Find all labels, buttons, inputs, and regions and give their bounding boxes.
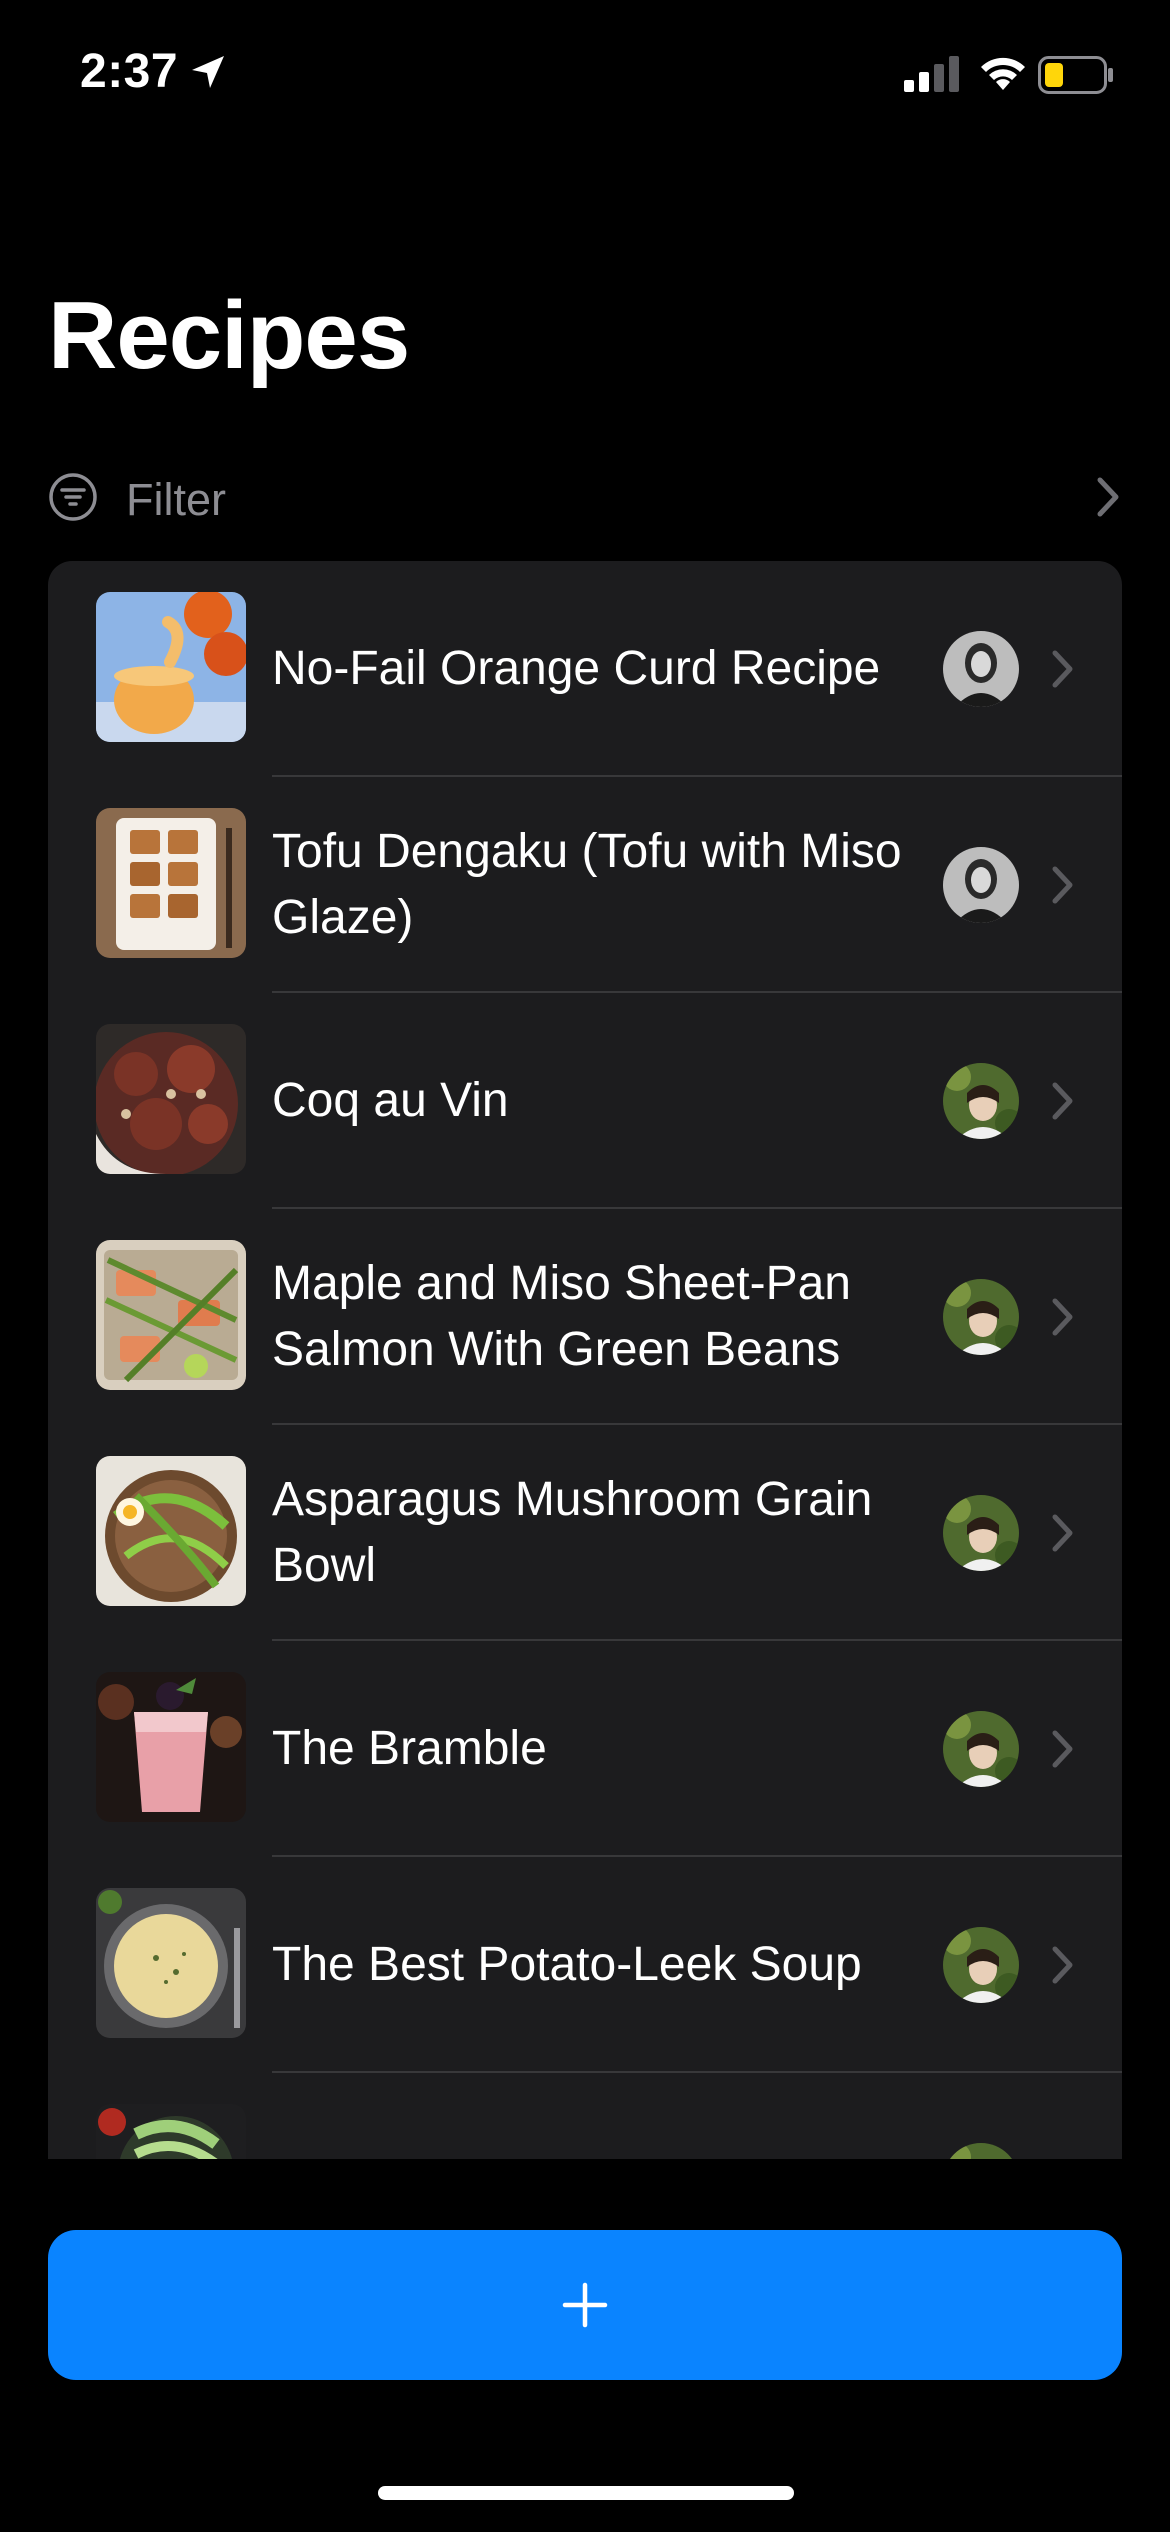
recipe-list-card: No-Fail Orange Curd Recipe Tofu Dengaku … [48, 561, 1122, 2159]
wifi-icon [981, 57, 1025, 90]
location-arrow-icon [192, 56, 224, 88]
filter-row[interactable]: Filter [48, 456, 1122, 536]
recipe-row[interactable]: Gochugaru Salmon With [48, 2073, 1122, 2159]
filter-label: Filter [126, 474, 226, 525]
filter-icon [49, 473, 97, 521]
recipe-name: The Best Potato-Leek Soup [272, 1938, 862, 1991]
avatar [943, 631, 1019, 707]
battery-icon [1038, 56, 1113, 94]
chevron-right-icon [1052, 1514, 1073, 1552]
avatar [943, 1927, 1019, 2003]
avatar [943, 1063, 1019, 1139]
avatar [943, 2143, 1019, 2159]
recipe-name: Tofu Dengaku (Tofu with Miso Glaze) [272, 825, 902, 944]
home-indicator[interactable] [378, 2486, 794, 2500]
chevron-right-icon [1052, 1298, 1073, 1336]
recipe-name: The Bramble [272, 1722, 547, 1775]
recipe-thumbnail [96, 1456, 246, 1606]
recipe-row[interactable]: The Bramble [48, 1641, 1122, 1857]
recipe-name: Maple and Miso Sheet-Pan Salmon With Gre… [272, 1257, 851, 1376]
recipe-name: Asparagus Mushroom Grain Bowl [272, 1473, 873, 1592]
chevron-right-icon [1052, 650, 1073, 688]
chevron-right-icon [1052, 1082, 1073, 1120]
recipe-thumbnail [96, 2104, 246, 2159]
recipe-thumbnail [96, 1888, 246, 2038]
avatar [943, 1495, 1019, 1571]
recipe-thumbnail [96, 592, 246, 742]
page-title: Recipes [48, 282, 410, 389]
recipe-row[interactable]: Coq au Vin [48, 993, 1122, 1209]
recipe-list[interactable]: No-Fail Orange Curd Recipe Tofu Dengaku … [48, 561, 1122, 2159]
recipe-name: Gochugaru Salmon With [272, 2148, 952, 2159]
avatar [943, 847, 1019, 923]
recipe-thumbnail [96, 1240, 246, 1390]
recipe-row[interactable]: The Best Potato-Leek Soup [48, 1857, 1122, 2073]
avatar [943, 1279, 1019, 1355]
recipe-name: No-Fail Orange Curd Recipe [272, 642, 881, 695]
recipe-thumbnail [96, 1672, 246, 1822]
chevron-right-icon [1052, 1946, 1073, 1984]
recipe-name: Coq au Vin [272, 1074, 509, 1127]
add-recipe-button[interactable] [48, 2230, 1122, 2380]
status-time: 2:37 [80, 45, 179, 98]
avatar [943, 1711, 1019, 1787]
plus-icon [562, 2282, 608, 2328]
status-bar: 2:37 [0, 0, 1170, 150]
recipe-thumbnail [96, 808, 246, 958]
chevron-right-icon [1052, 1730, 1073, 1768]
cellular-signal-icon [904, 56, 959, 92]
recipe-row[interactable]: Asparagus Mushroom Grain Bowl [48, 1425, 1122, 1641]
recipe-row[interactable]: Tofu Dengaku (Tofu with Miso Glaze) [48, 777, 1122, 993]
chevron-right-icon [1097, 477, 1119, 517]
recipe-thumbnail [96, 1024, 246, 1174]
recipe-row[interactable]: Maple and Miso Sheet-Pan Salmon With Gre… [48, 1209, 1122, 1425]
chevron-right-icon [1052, 866, 1073, 904]
recipe-row[interactable]: No-Fail Orange Curd Recipe [48, 561, 1122, 777]
